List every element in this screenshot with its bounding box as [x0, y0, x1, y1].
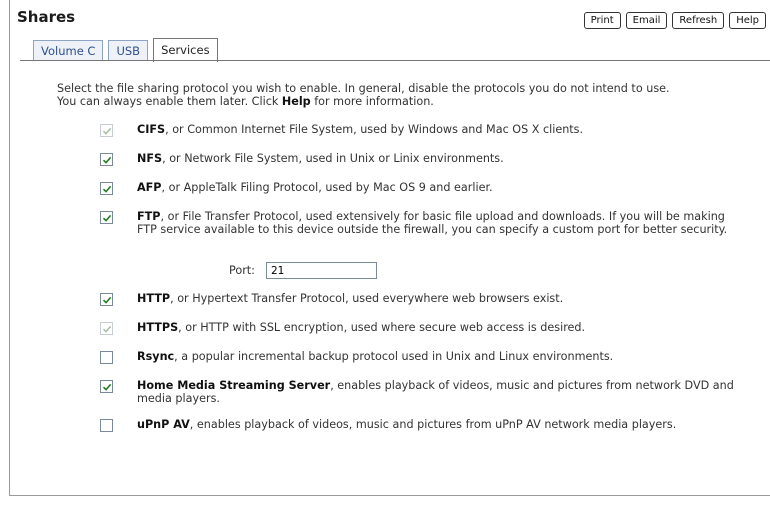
- print-button[interactable]: Print: [583, 12, 621, 29]
- tab-bar: Volume C USB Services: [33, 37, 223, 62]
- http-description: HTTP, or Hypertext Transfer Protocol, us…: [137, 292, 563, 306]
- home-media-description: Home Media Streaming Server, enables pla…: [137, 379, 742, 405]
- check-icon: [102, 127, 111, 135]
- nfs-checkbox[interactable]: [100, 153, 113, 166]
- check-icon: [102, 383, 111, 391]
- intro-text: Select the file sharing protocol you wis…: [57, 82, 757, 108]
- email-button[interactable]: Email: [625, 12, 668, 29]
- option-afp: AFP, or AppleTalk Filing Protocol, used …: [100, 181, 750, 195]
- ftp-port-row: Port:: [229, 262, 377, 279]
- http-desc: , or Hypertext Transfer Protocol, used e…: [170, 292, 564, 305]
- https-checkbox[interactable]: [100, 322, 113, 335]
- tab-volume-c[interactable]: Volume C: [33, 40, 104, 61]
- intro-line-2: You can always enable them later. Click …: [57, 95, 757, 108]
- home-media-checkbox[interactable]: [100, 380, 113, 393]
- http-name: HTTP: [137, 292, 171, 305]
- afp-name: AFP: [137, 181, 162, 194]
- https-description: HTTPS, or HTTP with SSL encryption, used…: [137, 321, 585, 335]
- intro-line-1: Select the file sharing protocol you wis…: [57, 82, 670, 95]
- rsync-desc: , a popular incremental backup protocol …: [174, 350, 614, 363]
- afp-checkbox[interactable]: [100, 182, 113, 195]
- check-icon: [102, 214, 111, 222]
- rsync-checkbox[interactable]: [100, 351, 113, 364]
- check-icon: [102, 156, 111, 164]
- option-cifs: CIFS, or Common Internet File System, us…: [100, 123, 750, 137]
- intro-line-2-pre: You can always enable them later. Click: [57, 95, 282, 108]
- option-rsync: Rsync, a popular incremental backup prot…: [100, 350, 750, 364]
- option-home-media: Home Media Streaming Server, enables pla…: [100, 379, 750, 405]
- nfs-name: NFS: [137, 152, 163, 165]
- rsync-name: Rsync: [137, 350, 175, 363]
- cifs-checkbox[interactable]: [100, 124, 113, 137]
- upnp-av-checkbox[interactable]: [100, 419, 113, 432]
- tab-panel-border: [20, 60, 770, 61]
- ftp-port-input[interactable]: [265, 262, 377, 279]
- check-icon: [102, 185, 111, 193]
- upnp-av-description: uPnP AV, enables playback of videos, mus…: [137, 418, 676, 432]
- nfs-description: NFS, or Network File System, used in Uni…: [137, 152, 504, 166]
- https-desc: , or HTTP with SSL encryption, used wher…: [178, 321, 586, 334]
- https-name: HTTPS: [137, 321, 179, 334]
- http-checkbox[interactable]: [100, 293, 113, 306]
- intro-line-2-post: for more information.: [310, 95, 434, 108]
- upnp-av-desc: , enables playback of videos, music and …: [189, 418, 677, 431]
- tab-services[interactable]: Services: [153, 38, 218, 62]
- check-icon: [102, 296, 111, 304]
- nfs-desc: , or Network File System, used in Unix o…: [162, 152, 504, 165]
- rsync-description: Rsync, a popular incremental backup prot…: [137, 350, 613, 364]
- help-reference: Help: [281, 95, 311, 108]
- page-title: Shares: [17, 8, 76, 26]
- ftp-desc: , or File Transfer Protocol, used extens…: [137, 210, 728, 236]
- upnp-av-name: uPnP AV: [137, 418, 190, 431]
- tab-usb[interactable]: USB: [108, 40, 149, 61]
- option-ftp: FTP, or File Transfer Protocol, used ext…: [100, 210, 750, 236]
- home-media-name: Home Media Streaming Server: [137, 379, 331, 392]
- ftp-port-label: Port:: [229, 264, 255, 277]
- toolbar: Print Email Refresh Help: [583, 12, 766, 29]
- help-button[interactable]: Help: [729, 12, 766, 29]
- afp-description: AFP, or AppleTalk Filing Protocol, used …: [137, 181, 493, 195]
- ftp-checkbox[interactable]: [100, 211, 113, 224]
- cifs-desc: , or Common Internet File System, used b…: [165, 123, 584, 136]
- cifs-name: CIFS: [137, 123, 166, 136]
- option-http: HTTP, or Hypertext Transfer Protocol, us…: [100, 292, 750, 306]
- option-https: HTTPS, or HTTP with SSL encryption, used…: [100, 321, 750, 335]
- check-icon: [102, 325, 111, 333]
- option-nfs: NFS, or Network File System, used in Uni…: [100, 152, 750, 166]
- refresh-button[interactable]: Refresh: [672, 12, 725, 29]
- afp-desc: , or AppleTalk Filing Protocol, used by …: [161, 181, 493, 194]
- ftp-name: FTP: [137, 210, 161, 223]
- cifs-description: CIFS, or Common Internet File System, us…: [137, 123, 583, 137]
- option-upnp-av: uPnP AV, enables playback of videos, mus…: [100, 418, 750, 432]
- ftp-description: FTP, or File Transfer Protocol, used ext…: [137, 210, 742, 236]
